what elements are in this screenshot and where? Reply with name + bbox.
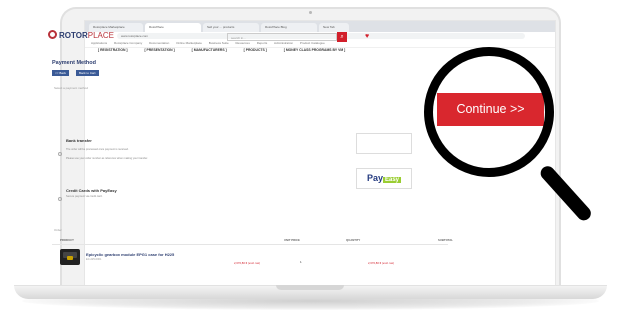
laptop-notch	[276, 285, 344, 290]
col-quantity: QUANTITY	[346, 238, 361, 242]
payment-hint: Select a payment method	[54, 86, 89, 90]
bookmark-item[interactable]: Documentation	[149, 41, 169, 45]
laptop-camera	[309, 11, 312, 14]
back-button[interactable]: << Back	[52, 70, 70, 76]
magnifier-icon	[424, 47, 554, 177]
bookmark-item[interactable]: Rotorplace Company	[114, 41, 142, 45]
bank-transfer-logo	[356, 133, 412, 154]
option-bank-desc: The order will be processed once payment…	[66, 148, 129, 151]
bookmark-item[interactable]: Business Suite	[209, 41, 229, 45]
payeasy-easy-text: Easy	[383, 177, 402, 183]
bookmark-item[interactable]: Product Catalogue	[300, 41, 325, 45]
bookmark-item[interactable]: Reports	[257, 41, 268, 45]
cart-icon[interactable]: ♥	[365, 33, 369, 40]
site-logo[interactable]: ROTORPLACE	[48, 30, 114, 42]
nav-item-money-class[interactable]: [ MONEY CLASS PROGRAMS BY VM ]	[284, 48, 345, 52]
browser-tab[interactable]: New Tab	[319, 23, 349, 32]
option-card-radio[interactable]	[58, 197, 62, 201]
bookmark-item[interactable]: Administration	[274, 41, 293, 45]
option-bank-radio[interactable]	[58, 152, 62, 156]
quantity: 1	[300, 260, 302, 264]
product-thumbnail[interactable]	[60, 249, 80, 265]
logo-accent-text: PLACE	[87, 31, 114, 40]
option-card-title: Credit Cards with PayEasy	[66, 188, 117, 193]
product-sku: EC-225-0001	[86, 258, 102, 261]
search-icon[interactable]: ⌕	[337, 32, 347, 42]
browser-tab-bar: Rotorplace Marketplace RotorPlace Sell y…	[85, 21, 555, 32]
nav-item-presentation[interactable]: [ PRESENTATION ]	[144, 48, 174, 52]
nav-item-registration[interactable]: [ REGISTRATION ]	[98, 48, 128, 52]
table-divider	[52, 244, 448, 245]
option-bank-desc-2: Please use your order number as referenc…	[66, 157, 148, 160]
product-name[interactable]: Epicyclic gearbox module EPG1 case for H…	[86, 252, 174, 257]
page-title: Payment Method	[52, 60, 97, 66]
logo-rotor-icon	[48, 30, 57, 39]
col-subtotal: SUBTOTAL	[438, 238, 453, 242]
option-card-desc: Secure payment via credit card.	[66, 195, 103, 198]
col-unit-price: UNIT PRICE	[284, 238, 300, 242]
option-bank-title: Bank transfer	[66, 138, 92, 143]
browser-tab[interactable]: RotorPlace Blog	[261, 23, 317, 32]
subtotal: 2,670,80 € (excl. tax)	[368, 261, 395, 265]
order-section-label: Order	[54, 228, 62, 232]
main-nav: [ REGISTRATION ] [ PRESENTATION ] [ MANU…	[98, 48, 378, 54]
logo-main-text: ROTOR	[59, 31, 88, 40]
search-input[interactable]: search in...	[227, 33, 337, 41]
back-to-cart-button[interactable]: Back to Cart	[76, 70, 99, 76]
browser-tab-active[interactable]: RotorPlace	[145, 23, 201, 32]
col-product: PRODUCT	[60, 238, 74, 242]
payeasy-pay-text: Pay	[366, 173, 383, 183]
browser-tab[interactable]: Sell your ... products	[203, 23, 259, 32]
bookmark-item[interactable]: Online Marketplace	[176, 41, 202, 45]
nav-item-products[interactable]: [ PRODUCTS ]	[244, 48, 267, 52]
nav-item-manufacturers[interactable]: [ MANUFACTURERS ]	[192, 48, 227, 52]
unit-price: 2,670,80 € (excl. tax)	[234, 261, 261, 265]
order-table-header: PRODUCT UNIT PRICE QUANTITY SUBTOTAL	[52, 238, 453, 243]
payeasy-logo: Pay Easy	[356, 168, 412, 189]
